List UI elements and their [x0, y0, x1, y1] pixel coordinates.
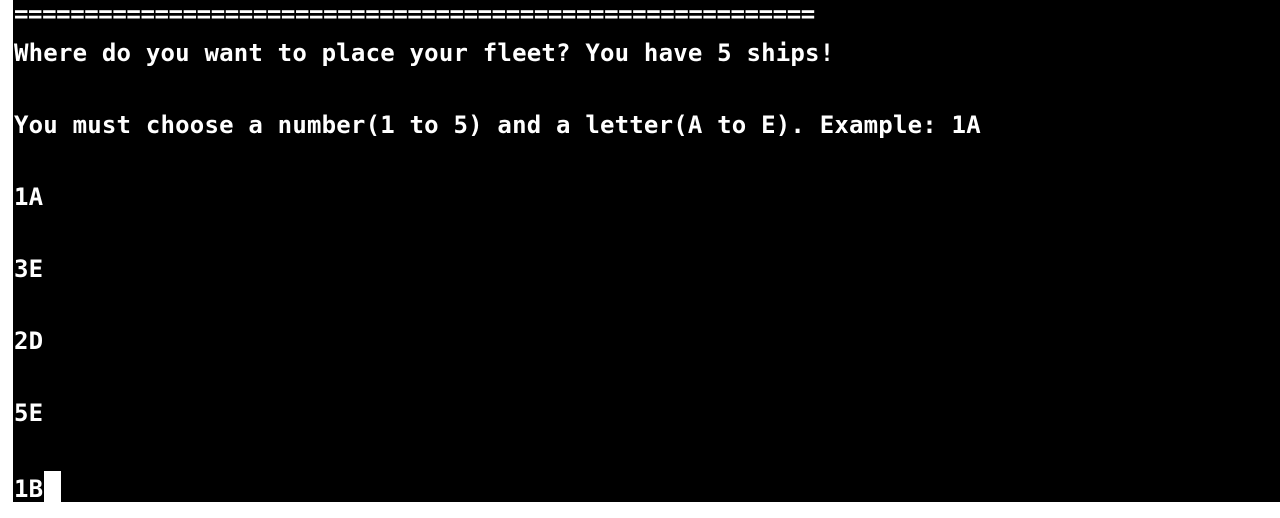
separator-line: ========================================…	[14, 0, 815, 28]
input-line[interactable]: 1B	[14, 471, 62, 502]
current-input[interactable]: 1B	[14, 475, 43, 502]
terminal-window[interactable]: ========================================…	[13, 0, 1280, 502]
fleet-prompt: Where do you want to place your fleet? Y…	[14, 39, 835, 67]
input-instructions: You must choose a number(1 to 5) and a l…	[14, 111, 981, 139]
entry-line: 3E	[14, 255, 44, 283]
entry-line: 5E	[14, 399, 44, 427]
entry-line: 2D	[14, 327, 44, 355]
text-cursor	[44, 471, 62, 502]
entry-line: 1A	[14, 183, 44, 211]
